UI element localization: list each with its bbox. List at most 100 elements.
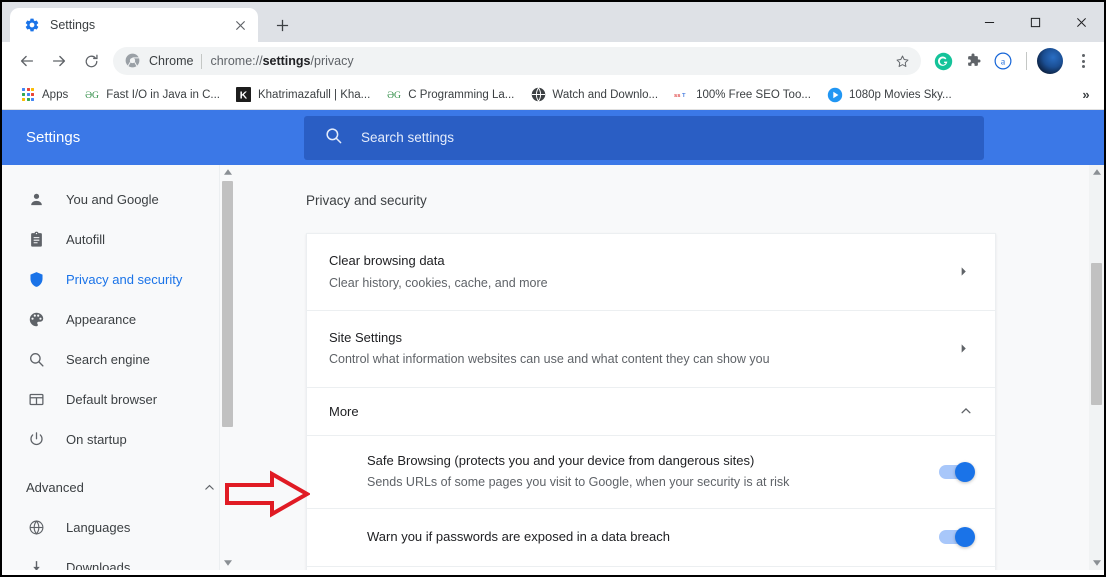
puzzle-extensions-icon[interactable] <box>959 47 987 75</box>
sidebar-item-downloads[interactable]: Downloads <box>2 547 234 570</box>
row-password-breach-warning[interactable]: Warn you if passwords are exposed in a d… <box>307 509 995 567</box>
sidebar-item-label: Search engine <box>66 351 150 367</box>
scroll-up-arrow-icon[interactable] <box>220 165 234 179</box>
sidebar-item-appearance[interactable]: Appearance <box>2 299 234 339</box>
globe-icon <box>26 517 46 537</box>
search-placeholder: Search settings <box>361 130 455 145</box>
scroll-down-arrow-icon[interactable] <box>220 556 234 570</box>
row-more-expander[interactable]: More <box>307 388 995 436</box>
globe-dark-icon <box>530 87 546 103</box>
chevron-right-icon <box>953 266 973 277</box>
sidebar-item-label: Privacy and security <box>66 271 183 287</box>
geeksforgeeks-icon: ƏG <box>84 87 100 103</box>
row-subtitle: Control what information websites can us… <box>329 352 770 367</box>
minimize-button[interactable] <box>966 2 1012 42</box>
new-tab-button[interactable] <box>268 11 296 39</box>
bookmark-label: Fast I/O in Java in C... <box>106 88 220 101</box>
sidebar-section-advanced[interactable]: Advanced <box>2 467 234 507</box>
settings-header: Settings Search settings <box>2 110 1104 165</box>
search-input[interactable]: Search settings <box>304 115 984 160</box>
browser-window-icon <box>26 389 46 409</box>
bookmark-label: Watch and Downlo... <box>552 88 659 101</box>
forward-button[interactable] <box>44 46 74 76</box>
toolbar-divider <box>1026 52 1027 70</box>
more-label: More <box>329 403 359 419</box>
row-site-settings[interactable]: Site Settings Control what information w… <box>307 311 995 388</box>
close-icon[interactable] <box>232 17 248 33</box>
star-icon[interactable] <box>889 48 915 74</box>
sidebar-scrollbar-thumb[interactable] <box>222 181 233 427</box>
row-title: Site Settings <box>329 329 402 345</box>
download-icon <box>26 557 46 570</box>
section-title: Privacy and security <box>306 193 427 208</box>
bookmark-item[interactable]: ƏG Fast I/O in Java in C... <box>76 84 228 106</box>
url-suffix: /privacy <box>310 54 354 68</box>
sst-icon: ss T <box>674 87 690 103</box>
sidebar-item-label: On startup <box>66 431 127 447</box>
content-scrollbar[interactable] <box>1089 165 1104 570</box>
sidebar-item-on-startup[interactable]: On startup <box>2 419 234 459</box>
browser-window: Settings Chrome chrome://settings/privac… <box>0 0 1106 577</box>
browser-tab-settings[interactable]: Settings <box>10 8 258 42</box>
sidebar-item-languages[interactable]: Languages <box>2 507 234 547</box>
privacy-settings-card: Clear browsing data Clear history, cooki… <box>306 233 996 570</box>
bookmark-item[interactable]: ƏG C Programming La... <box>378 84 522 106</box>
palette-icon <box>26 309 46 329</box>
row-help-improve-chrome-security[interactable]: Help improve Chrome security To detect d… <box>307 567 995 570</box>
bookmark-item[interactable]: 1080p Movies Sky... <box>819 84 960 106</box>
svg-text:K: K <box>240 91 248 102</box>
sidebar-section-label: Advanced <box>26 479 84 495</box>
row-safe-browsing[interactable]: Safe Browsing (protects you and your dev… <box>307 436 995 509</box>
bookmarks-bar: Apps ƏG Fast I/O in Java in C... K Khatr… <box>2 80 1104 110</box>
row-title: Clear browsing data <box>329 253 445 268</box>
row-clear-browsing-data[interactable]: Clear browsing data Clear history, cooki… <box>307 234 995 311</box>
sidebar-item-label: You and Google <box>66 191 159 207</box>
bookmark-item[interactable]: Watch and Downlo... <box>522 84 666 106</box>
extension-icons: a <box>923 47 1096 75</box>
bookmark-apps[interactable]: Apps <box>12 84 76 106</box>
address-bar[interactable]: Chrome chrome://settings/privacy <box>113 47 921 75</box>
page-title: Settings <box>26 129 81 146</box>
svg-text:ss: ss <box>674 93 680 99</box>
toggle-safe-browsing[interactable] <box>939 461 975 482</box>
svg-text:a: a <box>1001 56 1006 67</box>
bookmark-label: 100% Free SEO Too... <box>696 88 811 101</box>
search-icon <box>324 126 343 150</box>
bookmark-item[interactable]: ss T 100% Free SEO Too... <box>666 84 819 106</box>
khatrimaza-k-icon: K <box>236 87 252 103</box>
chevron-right-icon <box>953 343 973 354</box>
bookmarks-overflow-button[interactable]: » <box>1074 84 1098 106</box>
scroll-down-arrow-icon[interactable] <box>1089 556 1104 570</box>
grammarly-icon[interactable] <box>929 47 957 75</box>
toggle-password-breach-warning[interactable] <box>939 527 975 548</box>
bookmark-item[interactable]: K Khatrimazafull | Kha... <box>228 84 378 106</box>
three-dot-menu-icon[interactable] <box>1070 48 1096 74</box>
content-scrollbar-thumb[interactable] <box>1091 263 1102 405</box>
row-subtitle: Sends URLs of some pages you visit to Go… <box>367 475 790 490</box>
close-button[interactable] <box>1058 2 1104 42</box>
bookmark-label: Khatrimazafull | Kha... <box>257 88 371 101</box>
sidebar-item-autofill[interactable]: Autofill <box>2 219 234 259</box>
settings-page-body: You and Google Autofill Privacy and secu… <box>2 165 1104 570</box>
sidebar-item-label: Languages <box>66 519 131 535</box>
avatar[interactable] <box>1036 47 1064 75</box>
maximize-button[interactable] <box>1012 2 1058 42</box>
sidebar-item-privacy-and-security[interactable]: Privacy and security <box>2 259 234 299</box>
reload-button[interactable] <box>76 46 106 76</box>
sidebar-scrollbar[interactable] <box>219 165 234 570</box>
scroll-up-arrow-icon[interactable] <box>1089 165 1104 179</box>
back-button[interactable] <box>12 46 42 76</box>
person-icon <box>26 189 46 209</box>
omnibox-scheme-label: Chrome <box>149 54 194 68</box>
bookmark-label: Apps <box>42 88 69 101</box>
sidebar-item-default-browser[interactable]: Default browser <box>2 379 234 419</box>
sidebar-item-you-and-google[interactable]: You and Google <box>2 179 234 219</box>
sidebar-item-label: Autofill <box>66 231 106 247</box>
chevron-up-icon[interactable] <box>959 404 973 418</box>
sidebar-item-label: Downloads <box>66 559 131 571</box>
omnibox-url[interactable]: chrome://settings/privacy <box>210 54 881 68</box>
omnibox-divider <box>201 53 203 69</box>
window-controls <box>966 2 1104 42</box>
amazon-assistant-icon[interactable]: a <box>989 47 1017 75</box>
sidebar-item-search-engine[interactable]: Search engine <box>2 339 234 379</box>
